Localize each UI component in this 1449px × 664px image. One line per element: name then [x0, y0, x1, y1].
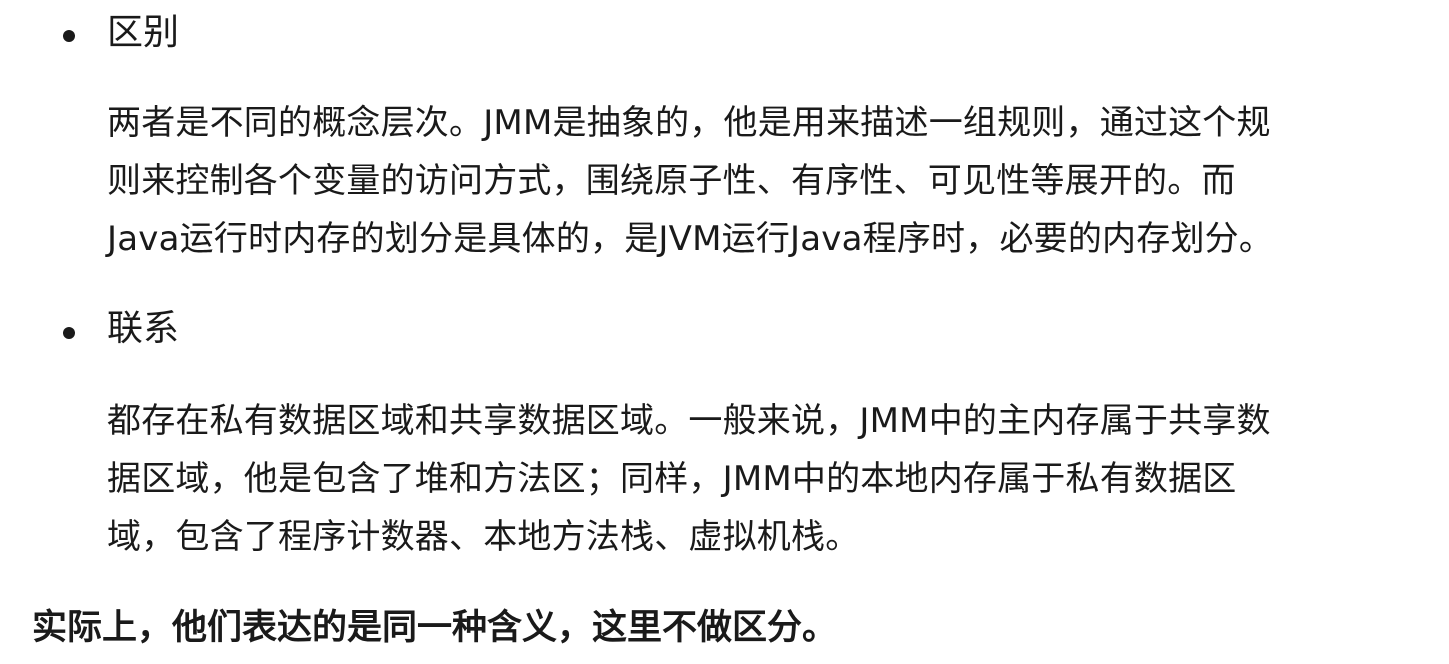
paragraph-line: 据区域，他是包含了堆和方法区；同样，JMM中的本地内存属于私有数据区 [107, 459, 1237, 499]
bullet-heading: 区别 [107, 12, 180, 53]
paragraph-line: Java运行时内存的划分是具体的，是JVM运行Java程序时，必要的内存划分。 [107, 219, 1274, 259]
bullet-item-difference: 区别 [0, 3, 1449, 63]
paragraph-line: 则来控制各个变量的访问方式，围绕原子性、有序性、可见性等展开的。而 [107, 161, 1236, 201]
paragraph-relation: 都存在私有数据区域和共享数据区域。一般来说，JMM中的主内存属于共享数 据区域，… [107, 392, 1407, 566]
bullet-item-relation: 联系 [0, 299, 1449, 359]
bullet-dot [63, 327, 75, 339]
bullet-heading: 联系 [107, 308, 180, 349]
conclusion-text: 实际上，他们表达的是同一种含义，这里不做区分。 [32, 608, 838, 648]
bullet-dot [63, 30, 75, 42]
paragraph-line: 两者是不同的概念层次。JMM是抽象的，他是用来描述一组规则，通过这个规 [107, 103, 1271, 143]
paragraph-difference: 两者是不同的概念层次。JMM是抽象的，他是用来描述一组规则，通过这个规 则来控制… [107, 94, 1407, 268]
paragraph-line: 都存在私有数据区域和共享数据区域。一般来说，JMM中的主内存属于共享数 [107, 401, 1271, 441]
paragraph-line: 域，包含了程序计数器、本地方法栈、虚拟机栈。 [107, 517, 860, 557]
document-body: 区别 两者是不同的概念层次。JMM是抽象的，他是用来描述一组规则，通过这个规 则… [0, 0, 1449, 664]
